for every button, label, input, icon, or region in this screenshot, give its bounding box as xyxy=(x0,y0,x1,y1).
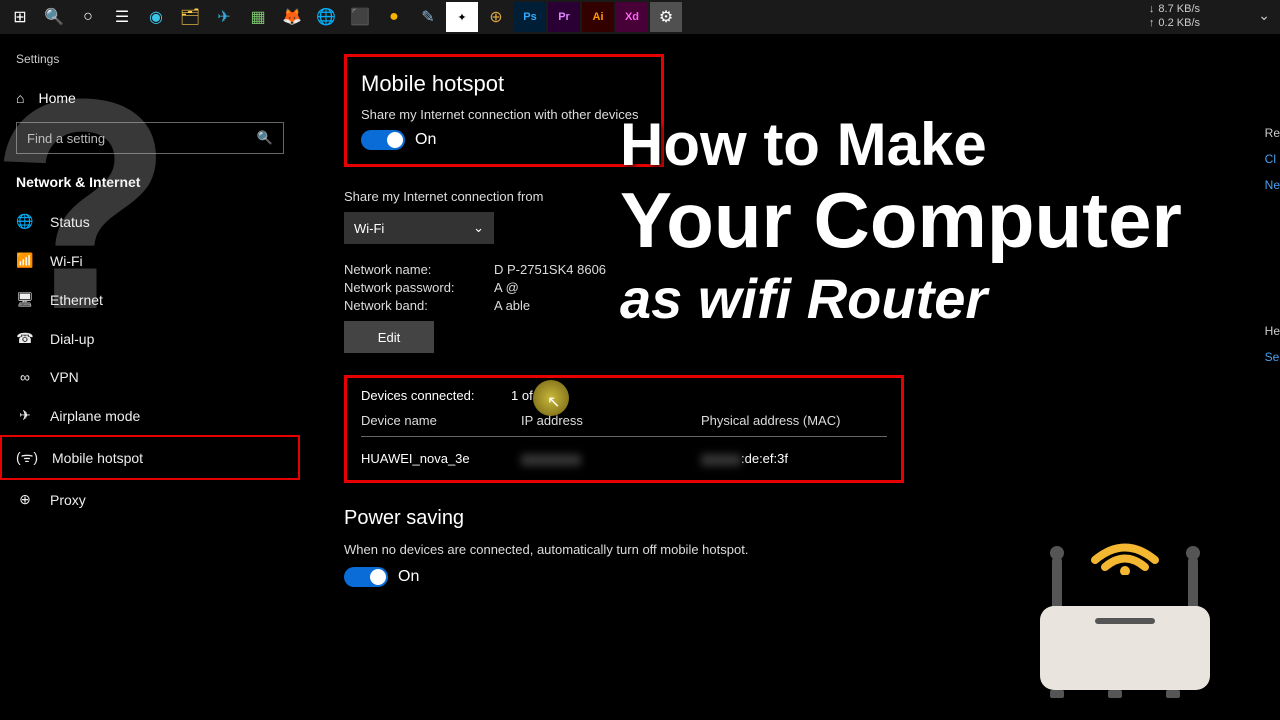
device-mac: :de:ef:3f xyxy=(701,451,887,466)
photoshop-icon[interactable]: Ps xyxy=(514,2,546,32)
network-info: Network name: D P-2751SK4 8606 Network pa… xyxy=(344,262,1280,313)
table-row: HUAWEI_nova_3e :de:ef:3f xyxy=(361,437,887,466)
firefox-icon[interactable]: 🦊 xyxy=(276,2,308,32)
illustrator-icon[interactable]: Ai xyxy=(582,2,614,32)
sidebar-item-ethernet[interactable]: 🖥Ethernet xyxy=(0,280,300,319)
share-from-label: Share my Internet connection from xyxy=(344,189,1280,204)
globe-icon: 🌐 xyxy=(16,213,34,230)
chevron-down-icon: ⌄ xyxy=(473,220,484,236)
hotspot-icon: (ᯤ) xyxy=(18,448,36,467)
taskview-icon[interactable]: ☰ xyxy=(106,2,138,32)
hotspot-subtitle: Share my Internet connection with other … xyxy=(361,107,641,122)
home-label: Home xyxy=(38,90,75,106)
cortana-icon[interactable]: ○ xyxy=(72,2,104,32)
telegram-icon[interactable]: ✈ xyxy=(208,2,240,32)
powersave-label: On xyxy=(398,568,419,586)
sidebar-item-vpn[interactable]: ∞VPN xyxy=(0,358,300,396)
net-down: 8.7 KB/s xyxy=(1158,2,1200,16)
edit-button[interactable]: Edit xyxy=(344,321,434,353)
camtasia-icon[interactable]: ⬛ xyxy=(344,2,376,32)
edge-icon[interactable]: ◉ xyxy=(140,2,172,32)
dropdown-value: Wi-Fi xyxy=(354,221,384,236)
app-icon[interactable]: ✦ xyxy=(446,2,478,32)
settings-sidebar: ? Settings ⌂ Home Find a setting 🔍 Netwo… xyxy=(0,34,300,720)
devices-connected-label: Devices connected: xyxy=(361,388,481,403)
net-band-label: Network band: xyxy=(344,298,464,313)
section-header: Network & Internet xyxy=(0,166,300,202)
dialup-icon: ☎ xyxy=(16,330,34,347)
start-button[interactable]: ⊞ xyxy=(4,2,36,32)
upload-icon: ↑ xyxy=(1149,16,1155,30)
net-band-value: A able xyxy=(494,298,530,313)
net-pass-value: A @ xyxy=(494,280,519,295)
hotspot-highlight-box: Mobile hotspot Share my Internet connect… xyxy=(344,54,664,167)
search-input[interactable]: Find a setting 🔍 xyxy=(16,122,284,154)
powersave-toggle[interactable] xyxy=(344,567,388,587)
sidebar-item-airplane[interactable]: ✈Airplane mode xyxy=(0,396,300,435)
col-device-name: Device name xyxy=(361,413,521,428)
chrome-icon[interactable]: 🌐 xyxy=(310,2,342,32)
download-icon: ↓ xyxy=(1149,2,1155,16)
explorer-icon[interactable]: 🗂 xyxy=(174,2,206,32)
sidebar-item-status[interactable]: 🌐Status xyxy=(0,202,300,241)
hotspot-toggle[interactable] xyxy=(361,130,405,150)
search-placeholder: Find a setting xyxy=(27,131,105,146)
settings-icon[interactable]: ⚙ xyxy=(650,2,682,32)
premiere-icon[interactable]: Pr xyxy=(548,2,580,32)
sidebar-item-dialup[interactable]: ☎Dial-up xyxy=(0,319,300,358)
ethernet-icon: 🖥 xyxy=(16,291,34,308)
vpn-icon: ∞ xyxy=(16,369,34,385)
app-icon[interactable]: ● xyxy=(378,2,410,32)
page-title: Mobile hotspot xyxy=(361,71,641,97)
tray-chevron-icon[interactable]: ⌄ xyxy=(1258,7,1270,24)
share-from-dropdown[interactable]: Wi-Fi ⌄ xyxy=(344,212,494,244)
home-icon: ⌂ xyxy=(16,90,24,106)
device-name: HUAWEI_nova_3e xyxy=(361,451,521,466)
wifi-icon: 📶 xyxy=(16,252,34,269)
airplane-icon: ✈ xyxy=(16,407,34,424)
right-panel-truncated: Re Cl Ne He Se xyxy=(1265,120,1280,370)
search-icon: 🔍 xyxy=(257,130,273,146)
net-pass-label: Network password: xyxy=(344,280,464,295)
app-icon[interactable]: ⊕ xyxy=(480,2,512,32)
net-up: 0.2 KB/s xyxy=(1158,16,1200,30)
devices-highlight-box: ↖ Devices connected: 1 of 8 Device name … xyxy=(344,375,904,483)
app-icon[interactable]: ✎ xyxy=(412,2,444,32)
search-icon[interactable]: 🔍 xyxy=(38,2,70,32)
devices-table-header: Device name IP address Physical address … xyxy=(361,413,887,437)
net-name-label: Network name: xyxy=(344,262,464,277)
home-nav[interactable]: ⌂ Home xyxy=(0,80,300,116)
toggle-label: On xyxy=(415,131,436,149)
sidebar-item-proxy[interactable]: ⊕Proxy xyxy=(0,480,300,519)
col-mac: Physical address (MAC) xyxy=(701,413,887,428)
sidebar-item-hotspot[interactable]: (ᯤ)Mobile hotspot xyxy=(0,435,300,480)
device-ip xyxy=(521,451,701,466)
power-saving-title: Power saving xyxy=(344,507,1280,530)
main-content: Mobile hotspot Share my Internet connect… xyxy=(300,34,1280,720)
xd-icon[interactable]: Xd xyxy=(616,2,648,32)
cursor-icon: ↖ xyxy=(547,392,560,412)
settings-title: Settings xyxy=(0,46,300,80)
power-saving-sub: When no devices are connected, automatic… xyxy=(344,542,1280,557)
app-icon[interactable]: ▦ xyxy=(242,2,274,32)
network-stats: ↓8.7 KB/s ↑0.2 KB/s xyxy=(1149,2,1200,30)
proxy-icon: ⊕ xyxy=(16,491,34,508)
taskbar: ⊞ 🔍 ○ ☰ ◉ 🗂 ✈ ▦ 🦊 🌐 ⬛ ● ✎ ✦ ⊕ Ps Pr Ai X… xyxy=(0,0,1280,34)
sidebar-item-wifi[interactable]: 📶Wi-Fi xyxy=(0,241,300,280)
net-name-value: D P-2751SK4 8606 xyxy=(494,262,606,277)
